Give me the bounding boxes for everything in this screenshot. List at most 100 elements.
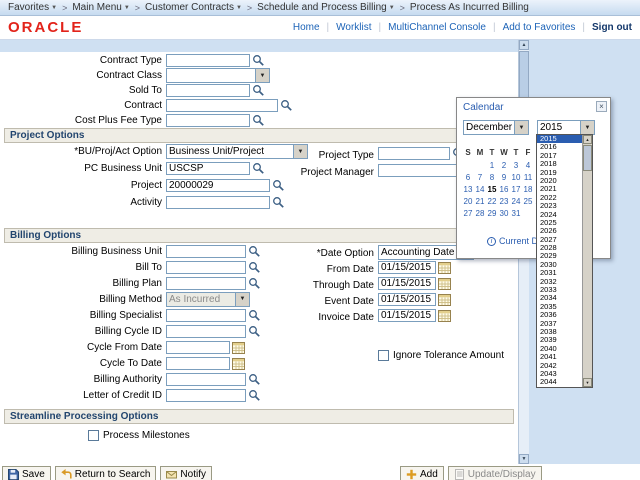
- scroll-down-icon[interactable]: ▼: [519, 454, 529, 464]
- pc-business-unit-input[interactable]: [166, 162, 250, 175]
- breadcrumb: Favorites▼ > Main Menu▼ > Customer Contr…: [0, 0, 640, 16]
- sign-out-link[interactable]: Sign out: [592, 22, 632, 33]
- calendar-icon[interactable]: [232, 357, 245, 370]
- calendar-day[interactable]: 20: [462, 196, 474, 208]
- through-date-input[interactable]: [378, 277, 436, 290]
- calendar-day[interactable]: 2: [498, 160, 510, 172]
- project-manager-input[interactable]: [378, 164, 466, 177]
- calendar-day[interactable]: 1: [486, 160, 498, 172]
- calendar-icon[interactable]: [438, 309, 451, 322]
- dropdown-arrow-icon[interactable]: ▼: [514, 121, 528, 134]
- year-select[interactable]: 2015▼: [537, 120, 595, 135]
- calendar-day[interactable]: 23: [498, 196, 510, 208]
- add-button[interactable]: Add: [400, 466, 444, 480]
- billing-specialist-input[interactable]: [166, 309, 246, 322]
- dropdown-arrow-icon[interactable]: ▼: [580, 121, 594, 134]
- lookup-icon[interactable]: [272, 179, 285, 192]
- bill-to-input[interactable]: [166, 261, 246, 274]
- sold-to-input[interactable]: [166, 84, 250, 97]
- dropdown-arrow-icon[interactable]: ▼: [255, 69, 269, 82]
- month-select[interactable]: December▼: [463, 120, 529, 135]
- calendar-day[interactable]: 17: [510, 184, 522, 196]
- multichannel-console-link[interactable]: MultiChannel Console: [388, 22, 486, 33]
- lookup-icon[interactable]: [248, 389, 261, 402]
- home-link[interactable]: Home: [293, 22, 320, 33]
- calendar-day[interactable]: 8: [486, 172, 498, 184]
- calendar-day[interactable]: 10: [510, 172, 522, 184]
- close-icon[interactable]: ×: [596, 101, 607, 112]
- notify-button[interactable]: Notify: [160, 466, 212, 480]
- calendar-day[interactable]: 6: [462, 172, 474, 184]
- year-list-scrollbar[interactable]: ▲ ▼: [582, 135, 592, 387]
- activity-input[interactable]: [166, 196, 270, 209]
- calendar-day[interactable]: 24: [510, 196, 522, 208]
- cycle-to-date-input[interactable]: [166, 357, 230, 370]
- breadcrumb-customer-contracts[interactable]: Customer Contracts▼: [145, 2, 242, 13]
- calendar-day[interactable]: 28: [474, 208, 486, 220]
- calendar-icon[interactable]: [438, 293, 451, 306]
- project-input[interactable]: [166, 179, 270, 192]
- calendar-day[interactable]: 16: [498, 184, 510, 196]
- add-to-favorites-link[interactable]: Add to Favorites: [503, 22, 576, 33]
- billing-plan-input[interactable]: [166, 277, 246, 290]
- calendar-day[interactable]: 4: [522, 160, 534, 172]
- contract-input[interactable]: [166, 99, 278, 112]
- lookup-icon[interactable]: [252, 114, 265, 127]
- lookup-icon[interactable]: [252, 84, 265, 97]
- calendar-day[interactable]: 22: [486, 196, 498, 208]
- calendar-day[interactable]: 25: [522, 196, 534, 208]
- letter-of-credit-id-input[interactable]: [166, 389, 246, 402]
- calendar-day[interactable]: 14: [474, 184, 486, 196]
- lookup-icon[interactable]: [252, 54, 265, 67]
- calendar-day[interactable]: 9: [498, 172, 510, 184]
- scroll-down-icon[interactable]: ▼: [583, 378, 592, 387]
- calendar-day[interactable]: 3: [510, 160, 522, 172]
- breadcrumb-main-menu[interactable]: Main Menu▼: [72, 2, 129, 13]
- lookup-icon[interactable]: [248, 373, 261, 386]
- breadcrumb-separator: >: [247, 3, 252, 13]
- event-date-input[interactable]: [378, 293, 436, 306]
- ignore-tolerance-amount-checkbox[interactable]: [378, 350, 389, 361]
- cost-plus-fee-type-input[interactable]: [166, 114, 250, 127]
- invoice-date-input[interactable]: [378, 309, 436, 322]
- update-display-button[interactable]: Update/Display: [448, 466, 542, 480]
- from-date-input[interactable]: [378, 261, 436, 274]
- year-option[interactable]: 2044: [537, 378, 582, 386]
- calendar-day[interactable]: 27: [462, 208, 474, 220]
- calendar-day[interactable]: 29: [486, 208, 498, 220]
- billing-cycle-id-input[interactable]: [166, 325, 246, 338]
- calendar-day[interactable]: 31: [510, 208, 522, 220]
- update-display-label: Update/Display: [468, 469, 536, 480]
- save-button[interactable]: Save: [2, 466, 51, 480]
- contract-class-select[interactable]: ▼: [166, 68, 270, 83]
- calendar-icon[interactable]: [438, 261, 451, 274]
- calendar-day[interactable]: 13: [462, 184, 474, 196]
- lookup-icon[interactable]: [272, 196, 285, 209]
- calendar-icon[interactable]: [438, 277, 451, 290]
- calendar-day[interactable]: 30: [498, 208, 510, 220]
- billing-authority-input[interactable]: [166, 373, 246, 386]
- worklist-link[interactable]: Worklist: [336, 22, 371, 33]
- calendar-day[interactable]: 15: [486, 184, 498, 196]
- date-option-label: *Date Option: [242, 247, 374, 260]
- scroll-up-icon[interactable]: ▲: [583, 135, 592, 144]
- calendar-icon[interactable]: [232, 341, 245, 354]
- breadcrumb-schedule-process-billing[interactable]: Schedule and Process Billing▼: [257, 2, 394, 13]
- cycle-from-date-input[interactable]: [166, 341, 230, 354]
- calendar-day[interactable]: 21: [474, 196, 486, 208]
- process-milestones-checkbox[interactable]: [88, 430, 99, 441]
- calendar-day[interactable]: 11: [522, 172, 534, 184]
- contract-type-input[interactable]: [166, 54, 250, 67]
- lookup-icon[interactable]: [248, 325, 261, 338]
- calendar-day[interactable]: 18: [522, 184, 534, 196]
- project-manager-label: Project Manager: [242, 166, 374, 179]
- lookup-icon[interactable]: [280, 99, 293, 112]
- contract-class-value: [167, 69, 255, 82]
- scroll-up-icon[interactable]: ▲: [519, 40, 529, 50]
- calendar-day[interactable]: 7: [474, 172, 486, 184]
- breadcrumb-favorites[interactable]: Favorites▼: [8, 2, 57, 13]
- return-to-search-button[interactable]: Return to Search: [55, 466, 157, 480]
- project-type-input[interactable]: [378, 147, 450, 160]
- scrollbar-thumb[interactable]: [583, 145, 592, 171]
- billing-business-unit-input[interactable]: [166, 245, 246, 258]
